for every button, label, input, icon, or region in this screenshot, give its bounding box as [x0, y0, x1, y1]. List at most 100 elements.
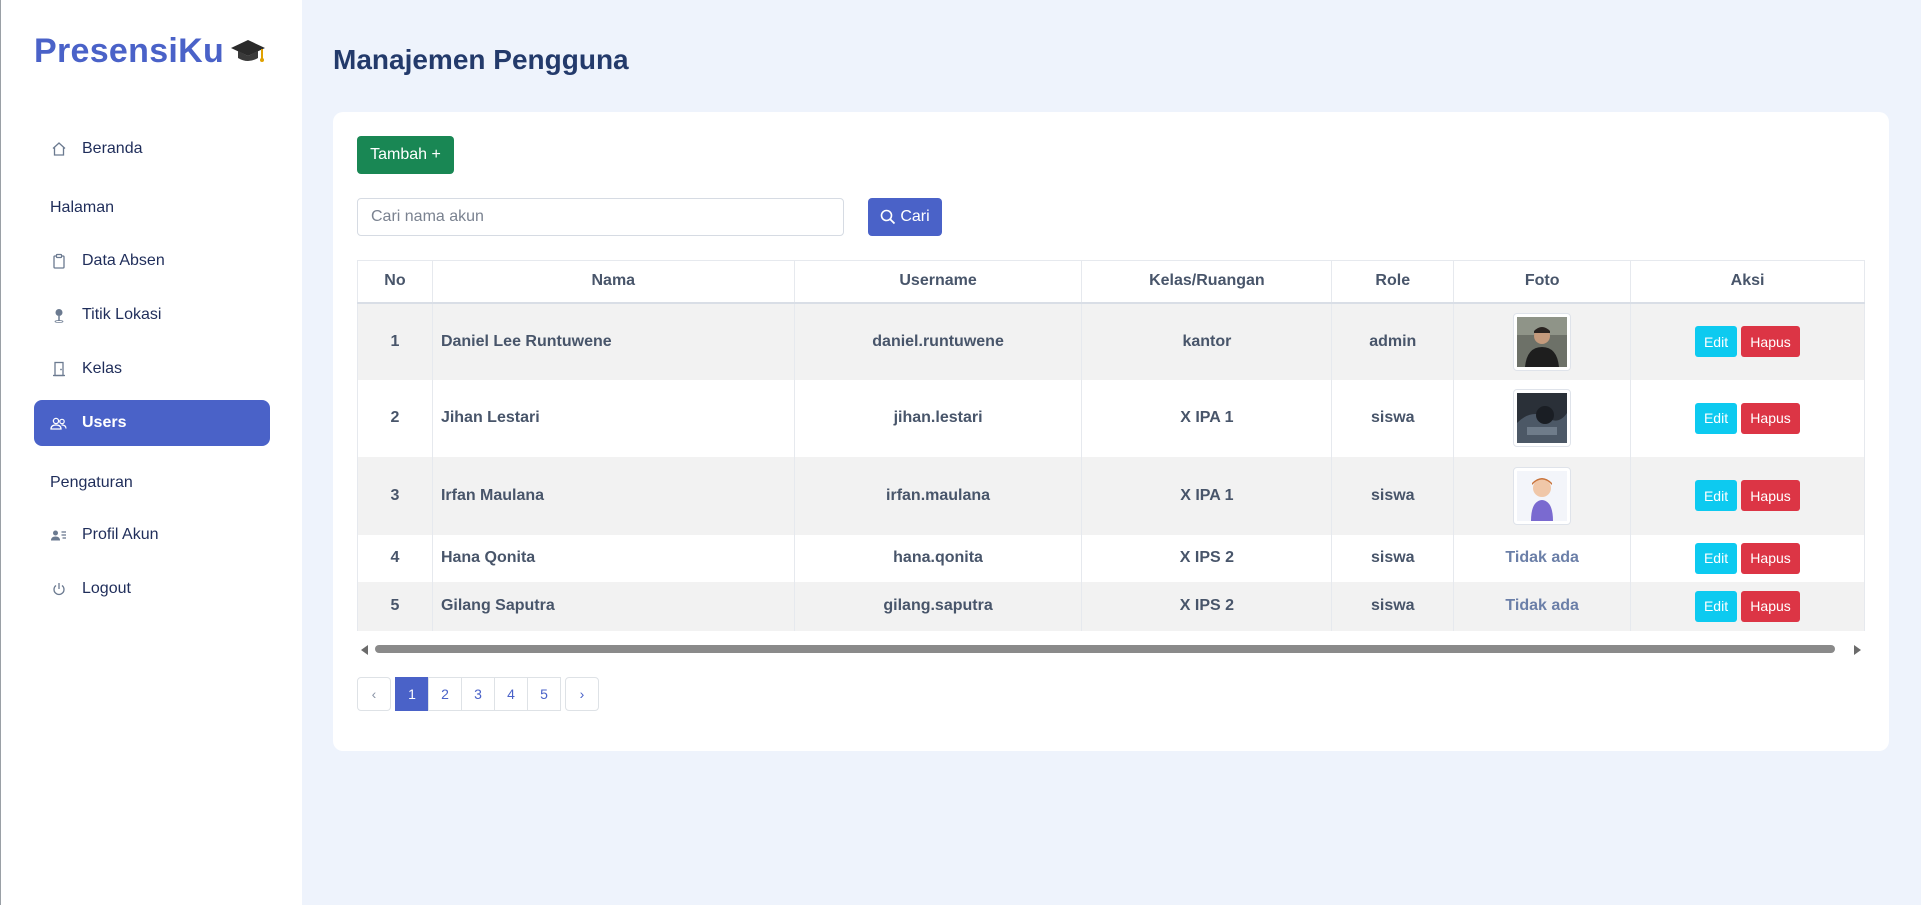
cell-no: 4 [357, 534, 433, 582]
sidebar: PresensiKu Beranda Halaman Data Absen Ti… [0, 0, 302, 905]
sidebar-item-profil-akun[interactable]: Profil Akun [34, 512, 270, 558]
search-input[interactable] [357, 198, 844, 236]
cell-kelas: X IPS 2 [1081, 534, 1333, 582]
users-table-wrapper: No Nama Username Kelas/Ruangan Role Foto… [357, 260, 1865, 631]
table-row: 1 Daniel Lee Runtuwene daniel.runtuwene … [357, 302, 1865, 380]
user-photo[interactable] [1513, 312, 1572, 371]
sidebar-item-label: Data Absen [82, 252, 165, 269]
cell-aksi: Edit Hapus [1630, 456, 1865, 535]
edit-button[interactable]: Edit [1695, 480, 1738, 511]
column-header-foto: Foto [1453, 260, 1632, 304]
sidebar-item-data-absen[interactable]: Data Absen [34, 238, 270, 284]
graduation-cap-icon [230, 37, 266, 67]
cell-username: hana.qonita [793, 534, 1083, 582]
table-row: 5 Gilang Saputra gilang.saputra X IPS 2 … [357, 581, 1865, 631]
user-photo[interactable] [1513, 466, 1572, 525]
cell-role: siswa [1331, 581, 1455, 631]
delete-button[interactable]: Hapus [1741, 542, 1801, 574]
column-header-kelas: Kelas/Ruangan [1081, 260, 1333, 304]
brand-name: PresensiKu [34, 32, 225, 70]
scroll-left-icon[interactable] [361, 645, 368, 655]
page-title: Manajemen Pengguna [333, 44, 629, 75]
cell-foto-empty: Tidak ada [1453, 534, 1632, 582]
column-header-aksi: Aksi [1630, 260, 1865, 304]
cell-username: daniel.runtuwene [793, 302, 1083, 380]
cell-kelas: X IPA 1 [1081, 456, 1333, 535]
sidebar-item-users[interactable]: Users [34, 400, 270, 446]
clipboard-icon [50, 253, 67, 270]
pagination-next[interactable]: › [565, 677, 599, 711]
cell-nama: Jihan Lestari [431, 379, 795, 457]
power-icon [50, 581, 67, 598]
horizontal-scrollbar[interactable] [357, 642, 1865, 656]
table-row: 3 Irfan Maulana irfan.maulana X IPA 1 si… [357, 456, 1865, 535]
search-button[interactable]: Cari [868, 198, 942, 236]
section-pengaturan: Pengaturan [50, 474, 133, 491]
pagination-page-4[interactable]: 4 [494, 677, 528, 711]
cell-nama: Gilang Saputra [431, 581, 795, 631]
cell-role: siswa [1331, 456, 1455, 535]
map-pin-icon [50, 307, 67, 324]
column-header-username: Username [793, 260, 1083, 304]
edit-button[interactable]: Edit [1695, 402, 1738, 434]
cell-username: jihan.lestari [793, 379, 1083, 457]
cell-role: siswa [1331, 379, 1455, 457]
pagination-prev[interactable]: ‹ [357, 677, 391, 711]
sidebar-item-label: Users [82, 414, 127, 431]
search-icon [881, 209, 896, 225]
cell-nama: Irfan Maulana [431, 456, 795, 535]
edit-button[interactable]: Edit [1695, 326, 1738, 357]
edit-button[interactable]: Edit [1695, 590, 1738, 622]
add-user-button[interactable]: Tambah + [357, 136, 454, 174]
sidebar-item-logout[interactable]: Logout [34, 566, 270, 612]
cell-aksi: Edit Hapus [1630, 302, 1865, 380]
users-table: No Nama Username Kelas/Ruangan Role Foto… [357, 260, 1865, 631]
brand-logo[interactable]: PresensiKu [34, 32, 266, 71]
user-photo-image [1517, 470, 1568, 521]
delete-button[interactable]: Hapus [1741, 590, 1801, 622]
users-icon [50, 415, 67, 432]
column-header-role: Role [1331, 260, 1455, 304]
sidebar-item-kelas[interactable]: Kelas [34, 346, 270, 392]
cell-foto [1453, 302, 1632, 380]
sidebar-item-label: Logout [82, 580, 131, 597]
sidebar-item-beranda[interactable]: Beranda [34, 126, 270, 172]
edit-button[interactable]: Edit [1695, 542, 1738, 574]
cell-aksi: Edit Hapus [1630, 379, 1865, 457]
delete-button[interactable]: Hapus [1741, 480, 1801, 511]
pagination-page-3[interactable]: 3 [461, 677, 495, 711]
cell-kelas: kantor [1081, 302, 1333, 380]
sidebar-item-label: Titik Lokasi [82, 306, 162, 323]
section-halaman: Halaman [50, 199, 115, 216]
pagination-page-1[interactable]: 1 [395, 677, 429, 711]
cell-no: 3 [357, 456, 433, 535]
pagination-page-5[interactable]: 5 [527, 677, 561, 711]
sidebar-item-titik-lokasi[interactable]: Titik Lokasi [34, 292, 270, 338]
pagination: ‹ 1 2 3 4 5 › [357, 677, 599, 711]
table-row: 4 Hana Qonita hana.qonita X IPS 2 siswa … [357, 534, 1865, 582]
user-photo-image [1517, 316, 1568, 367]
cell-username: irfan.maulana [793, 456, 1083, 535]
column-header-nama: Nama [431, 260, 795, 304]
scroll-right-icon[interactable] [1854, 645, 1861, 655]
cell-nama: Hana Qonita [431, 534, 795, 582]
delete-button[interactable]: Hapus [1741, 402, 1801, 434]
pagination-page-2[interactable]: 2 [428, 677, 462, 711]
cell-kelas: X IPA 1 [1081, 379, 1333, 457]
table-row: 2 Jihan Lestari jihan.lestari X IPA 1 si… [357, 379, 1865, 457]
cell-nama: Daniel Lee Runtuwene [431, 302, 795, 380]
cell-no: 2 [357, 379, 433, 457]
search-button-label: Cari [900, 208, 930, 225]
cell-foto [1453, 379, 1632, 457]
cell-kelas: X IPS 2 [1081, 581, 1333, 631]
column-header-no: No [357, 260, 433, 304]
cell-aksi: Edit Hapus [1630, 581, 1865, 631]
home-icon [50, 141, 67, 158]
cell-username: gilang.saputra [793, 581, 1083, 631]
user-photo[interactable] [1513, 389, 1572, 447]
sidebar-item-label: Kelas [82, 360, 123, 377]
sidebar-item-label: Beranda [82, 140, 143, 157]
scrollbar-thumb[interactable] [375, 645, 1835, 653]
cell-foto-empty: Tidak ada [1453, 581, 1632, 631]
delete-button[interactable]: Hapus [1741, 326, 1801, 357]
